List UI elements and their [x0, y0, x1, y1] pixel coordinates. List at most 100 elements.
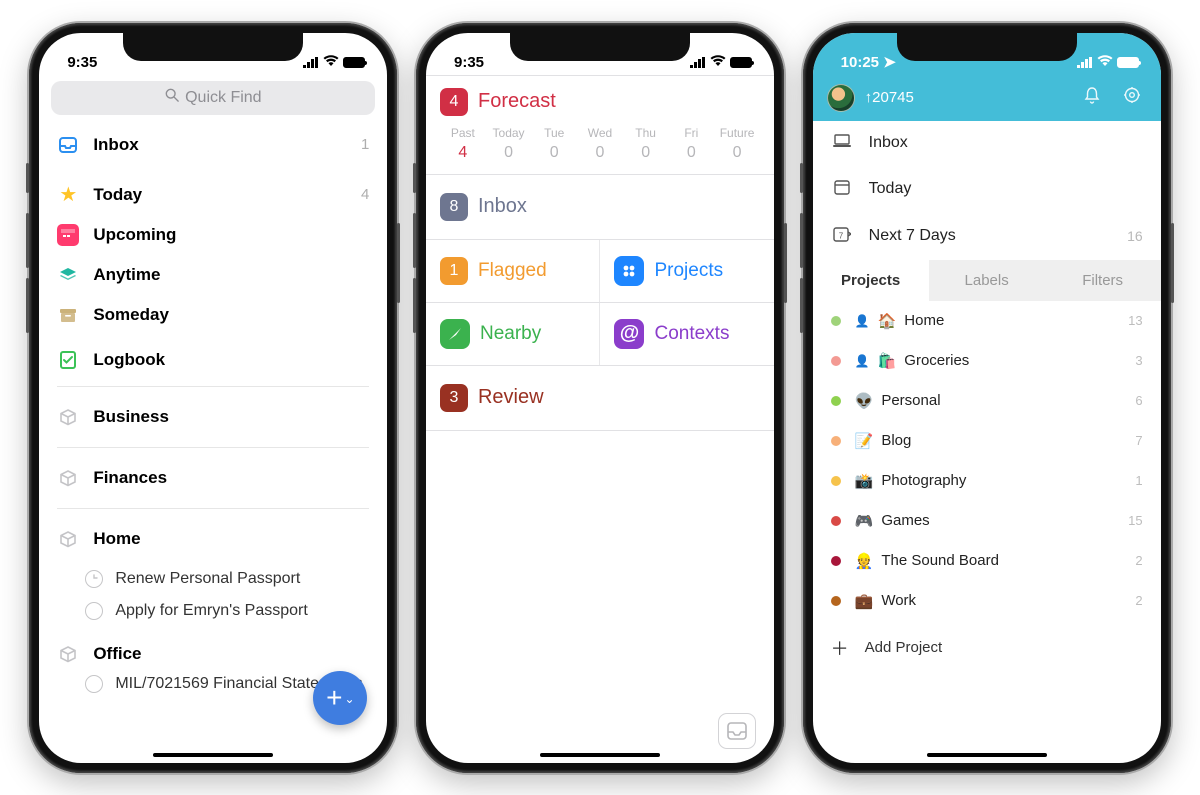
home-indicator[interactable] — [153, 753, 273, 757]
wifi-icon — [323, 54, 339, 71]
list-today[interactable]: ★ Today 4 — [39, 175, 387, 215]
perspective-projects[interactable]: Projects — [599, 240, 774, 302]
project-emoji-icon: 👷 — [855, 552, 874, 570]
divider — [57, 386, 369, 387]
calendar-7-icon: 7 — [831, 226, 853, 247]
task-circle-icon[interactable] — [85, 570, 103, 588]
nearby-icon — [440, 319, 470, 349]
project-row[interactable]: 🎮 Games 15 — [813, 501, 1161, 541]
forecast-days: Past4 Today0 Tue0 Wed0 Thu0 Fri0 Future0 — [440, 126, 760, 162]
project-row[interactable]: 👽 Personal 6 — [813, 381, 1161, 421]
project-row[interactable]: 📸 Photography 1 — [813, 461, 1161, 501]
quick-find[interactable]: Quick Find — [51, 81, 375, 115]
box-icon — [57, 467, 79, 489]
nav-today[interactable]: Today — [813, 166, 1161, 213]
list-upcoming[interactable]: Upcoming — [39, 215, 387, 255]
tab-labels[interactable]: Labels — [929, 260, 1045, 301]
project-color-dot — [831, 436, 841, 446]
perspective-nearby[interactable]: Nearby — [426, 303, 600, 365]
project-count: 2 — [1135, 593, 1142, 608]
list-anytime[interactable]: Anytime — [39, 255, 387, 295]
project-row[interactable]: 💼 Work 2 — [813, 581, 1161, 621]
karma-score[interactable]: ↑20745 — [865, 89, 1067, 106]
home-indicator[interactable] — [927, 753, 1047, 757]
project-emoji-icon: 💼 — [855, 592, 874, 610]
list-logbook[interactable]: Logbook — [39, 335, 387, 380]
laptop-icon — [831, 134, 853, 153]
project-row[interactable]: 👤 🏠 Home 13 — [813, 301, 1161, 341]
forecast-label: Forecast — [478, 90, 556, 113]
signal-icon — [1077, 57, 1093, 68]
quick-entry-button[interactable] — [718, 713, 756, 749]
tab-filters[interactable]: Filters — [1045, 260, 1161, 301]
task-circle-icon[interactable] — [85, 602, 103, 620]
project-emoji-icon: 📸 — [855, 472, 874, 490]
nav-inbox[interactable]: Inbox — [813, 121, 1161, 166]
home-indicator[interactable] — [540, 753, 660, 757]
list-someday[interactable]: Someday — [39, 295, 387, 335]
review-badge: 3 — [440, 384, 468, 412]
calendar-icon — [57, 224, 79, 246]
perspective-review[interactable]: 3 Review — [426, 366, 774, 431]
project-color-dot — [831, 396, 841, 406]
status-time: 9:35 — [67, 54, 97, 71]
area-office[interactable]: Office — [39, 627, 387, 673]
area-business[interactable]: Business — [39, 393, 387, 441]
project-emoji-icon: 🎮 — [855, 512, 874, 530]
perspective-flagged[interactable]: 1 Flagged — [426, 240, 600, 302]
area-label: Home — [93, 529, 369, 549]
status-icons — [690, 54, 752, 71]
list-count: 1 — [361, 136, 369, 153]
inbox-label: Inbox — [478, 195, 527, 218]
status-time: 10:25 — [841, 54, 879, 71]
contexts-icon: @ — [614, 319, 644, 349]
perspective-contexts[interactable]: @ Contexts — [599, 303, 774, 365]
perspective-forecast[interactable]: 4 Forecast Past4 Today0 Tue0 Wed0 Thu0 F… — [426, 75, 774, 175]
divider — [57, 508, 369, 509]
battery-icon — [1117, 57, 1139, 68]
area-home[interactable]: Home — [39, 515, 387, 563]
settings-icon[interactable] — [1117, 86, 1147, 109]
new-task-button[interactable]: +⌄ — [313, 671, 367, 725]
nav-next7[interactable]: 7 Next 7 Days 16 — [813, 213, 1161, 260]
inbox-icon — [57, 134, 79, 156]
add-project[interactable]: ＋ Add Project — [813, 621, 1161, 675]
notch — [897, 33, 1077, 61]
phone-todoist: 10:25 ➤ ↑20745 Inbox Toda — [803, 23, 1171, 773]
area-finances[interactable]: Finances — [39, 454, 387, 502]
stack-icon — [57, 264, 79, 286]
list-inbox[interactable]: Inbox 1 — [39, 125, 387, 165]
project-emoji-icon: 👽 — [855, 392, 874, 410]
task-row[interactable]: Apply for Emryn's Passport — [39, 595, 387, 627]
omnifocus-content: 4 Forecast Past4 Today0 Tue0 Wed0 Thu0 F… — [426, 75, 774, 763]
chevron-down-icon: ⌄ — [344, 692, 354, 706]
wifi-icon — [1097, 54, 1113, 71]
flagged-label: Flagged — [478, 260, 547, 282]
todoist-content: Inbox Today 7 Next 7 Days 16 Projects La… — [813, 121, 1161, 763]
contexts-label: Contexts — [654, 323, 729, 345]
avatar[interactable] — [827, 84, 855, 112]
task-title: Apply for Emryn's Passport — [115, 602, 307, 620]
battery-icon — [343, 57, 365, 68]
notifications-icon[interactable] — [1077, 86, 1107, 109]
tab-projects[interactable]: Projects — [813, 260, 929, 301]
notch — [123, 33, 303, 61]
project-color-dot — [831, 516, 841, 526]
project-row[interactable]: 👤 🛍️ Groceries 3 — [813, 341, 1161, 381]
project-label: Home — [904, 312, 1128, 329]
notch — [510, 33, 690, 61]
plus-icon: + — [326, 682, 342, 714]
add-project-label: Add Project — [865, 639, 943, 656]
forecast-badge: 4 — [440, 88, 468, 116]
list-label: Upcoming — [93, 225, 369, 245]
quick-find-label: Quick Find — [185, 89, 261, 107]
project-row[interactable]: 📝 Blog 7 — [813, 421, 1161, 461]
signal-icon — [690, 57, 706, 68]
project-count: 13 — [1128, 313, 1142, 328]
project-label: Groceries — [904, 352, 1135, 369]
task-row[interactable]: Renew Personal Passport — [39, 563, 387, 595]
project-row[interactable]: 👷 The Sound Board 2 — [813, 541, 1161, 581]
plus-icon: ＋ — [831, 635, 849, 661]
perspective-inbox[interactable]: 8 Inbox — [426, 175, 774, 240]
task-circle-icon[interactable] — [85, 675, 103, 693]
